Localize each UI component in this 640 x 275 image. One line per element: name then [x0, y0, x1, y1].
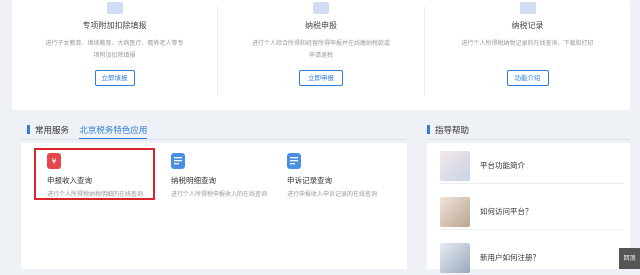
service-card-declaration: 纳税申报 进行个人综合所得和经营所得申报并在线缴纳税款或申请退税 立即申报 — [218, 0, 424, 110]
document-icon — [287, 153, 301, 169]
back-to-top-button[interactable]: 回顶 — [619, 248, 640, 269]
help-label: 平台功能简介 — [480, 161, 525, 170]
service-title: 专项附加扣除填报 — [82, 21, 147, 30]
service-sub: 进行申报收入申诉记录的在线查询 — [287, 191, 378, 198]
help-header: 指导帮助 — [427, 124, 469, 140]
common-services-panel: ¥ 申报收入查询 进行个人所得税纳税明细的在线查询 纳税明细查询 进行个人所得税… — [21, 143, 407, 269]
common-services-header: 常用服务 北京税务特色应用 — [27, 124, 148, 140]
document-icon — [171, 153, 185, 169]
tab-common-services[interactable]: 常用服务 — [35, 126, 69, 136]
svg-text:¥: ¥ — [51, 157, 56, 166]
feature-intro-button[interactable]: 功能介绍 — [506, 70, 549, 86]
service-name: 申报收入查询 — [47, 176, 92, 185]
records-icon — [519, 2, 536, 14]
hand-keyboard-thumbnail — [440, 197, 470, 227]
service-card-deduction: 专项附加扣除填报 进行子女教育、继续教育、大病医疗、赡养老人等专项附加扣除填报 … — [12, 0, 217, 110]
help-item-platform-intro[interactable]: 平台功能简介 — [440, 149, 625, 184]
help-item-access-platform[interactable]: 如何访问平台？ — [440, 195, 625, 230]
service-name: 申诉记录查询 — [287, 176, 332, 185]
service-name: 纳税明细查询 — [171, 176, 216, 185]
top-service-panel: 专项附加扣除填报 进行子女教育、继续教育、大病医疗、赡养老人等专项附加扣除填报 … — [12, 0, 630, 110]
fill-now-button[interactable]: 立即填报 — [94, 70, 135, 86]
service-desc: 进行个人综合所得和经营所得申报并在线缴纳税款或申请退税 — [251, 40, 390, 59]
deduction-icon — [106, 2, 123, 14]
service-sub: 进行个人所得税纳税明细的在线查询 — [47, 191, 144, 198]
section-marker — [27, 125, 30, 134]
service-title: 纳税申报 — [305, 21, 337, 30]
help-panel: 平台功能简介 如何访问平台？ 新用户如何注册？ — [427, 143, 630, 273]
service-desc: 进行子女教育、继续教育、大病医疗、赡养老人等专项附加扣除填报 — [45, 40, 184, 59]
service-tax-detail-query[interactable]: 纳税明细查询 进行个人所得税申报收入的在线查询 — [161, 153, 281, 203]
help-item-register[interactable]: 新用户如何注册？ — [440, 241, 625, 275]
header-divider — [21, 139, 407, 140]
section-marker — [427, 125, 430, 134]
declaration-icon — [313, 2, 329, 14]
service-card-records: 纳税记录 进行个人所得税纳税记录的在线查询、下载和打印 功能介绍 — [425, 0, 630, 110]
yuan-shield-icon: ¥ — [47, 153, 61, 169]
help-label: 如何访问平台？ — [480, 207, 533, 216]
service-sub: 进行个人所得税申报收入的在线查询 — [171, 191, 268, 198]
tab-beijing-features[interactable]: 北京税务特色应用 — [79, 126, 148, 140]
declare-now-button[interactable]: 立即申报 — [299, 70, 343, 86]
help-label: 新用户如何注册？ — [480, 253, 540, 262]
service-income-query[interactable]: ¥ 申报收入查询 进行个人所得税纳税明细的在线查询 — [37, 153, 157, 203]
service-title: 纳税记录 — [511, 21, 544, 30]
service-appeal-query[interactable]: 申诉记录查询 进行申报收入申诉记录的在线查询 — [277, 153, 397, 203]
header-divider — [427, 139, 630, 140]
service-desc: 进行个人所得税纳税记录的在线查询、下载和打印 — [461, 40, 594, 47]
hand-pen-thumbnail — [440, 151, 470, 181]
help-title: 指导帮助 — [435, 126, 470, 136]
